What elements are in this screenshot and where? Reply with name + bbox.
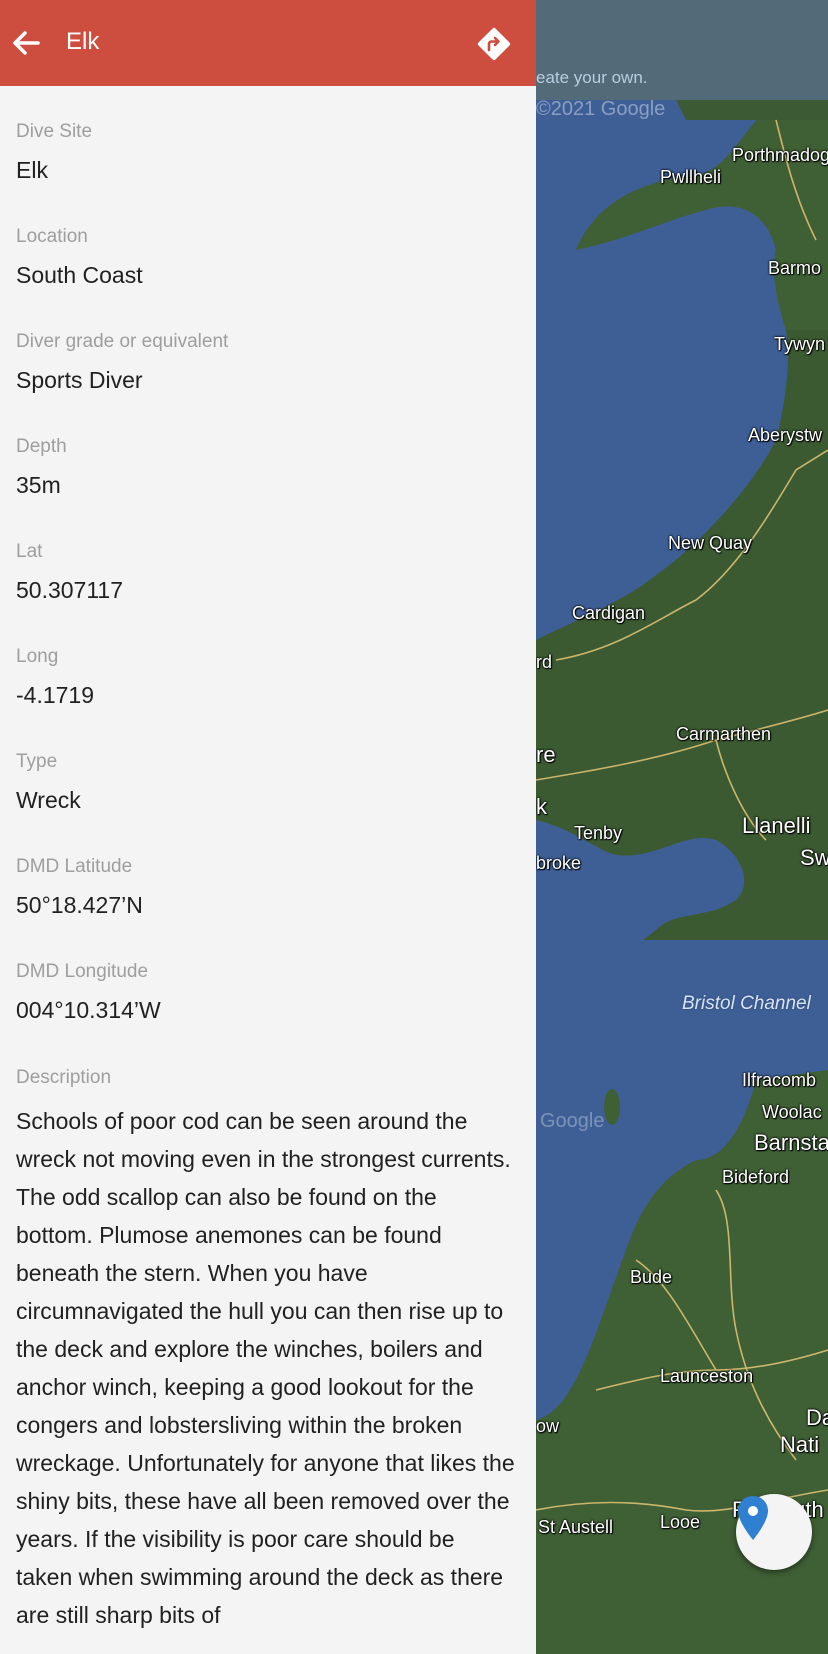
map-watermark: ©2021 Google [536,98,666,120]
app-bar: Elk [0,0,536,86]
field-description: Description Schools of poor cod can be s… [16,1066,516,1634]
field-dmd-latitude: DMD Latitude 50°18.427’N [16,855,516,960]
map-label-rd: rd [536,652,553,672]
map-label-re: re [536,742,556,767]
field-value: South Coast [16,262,143,288]
map-label-cardigan: Cardigan [572,603,646,623]
description-text: Schools of poor cod can be seen around t… [16,1108,515,1628]
field-list: Dive Site Elk Location South Coast Diver… [16,120,516,1065]
map-label-k: k [536,794,547,819]
field-label: Location [16,226,88,247]
map-label-ow: ow [536,1416,560,1436]
field-value: 50.307117 [16,577,124,603]
directions-button[interactable] [474,24,514,64]
map-label-st-austell: St Austell [538,1517,614,1537]
my-location-button[interactable] [736,1494,812,1570]
map-label-launceston: Launceston [660,1366,754,1386]
map-label-sw: Sw [800,845,828,870]
field-label: Description [16,1067,112,1088]
field-type: Type Wreck [16,750,516,855]
field-value: -4.1719 [16,682,95,708]
map-label-carmarthen: Carmarthen [676,724,772,744]
map-label-porthmadog: Porthmadog [732,145,828,165]
field-long: Long -4.1719 [16,645,516,750]
map-label-dartmoor-2: Nati [780,1432,820,1457]
arrow-left-icon [13,31,40,55]
map-label-bideford: Bideford [722,1167,790,1187]
field-label: DMD Latitude [16,856,133,877]
field-value: Wreck [16,787,81,813]
field-value: Elk [16,157,48,183]
map-label-looe: Looe [660,1512,701,1532]
map-label-pwllheli: Pwllheli [660,167,722,187]
field-depth: Depth 35m [16,435,516,540]
map-label-bristol-channel: Bristol Channel [682,993,811,1014]
field-label: Depth [16,436,67,457]
page-title: Elk [66,28,100,55]
field-label: Diver grade or equivalent [16,331,229,352]
field-diver-grade: Diver grade or equivalent Sports Diver [16,330,516,435]
map-label-woolacombe: Woolac [762,1102,822,1122]
map-pin-icon [738,1496,768,1540]
map-label-tenby: Tenby [574,823,623,843]
field-dive-site: Dive Site Elk [16,120,516,225]
map-label-dartmoor-1: Da [806,1405,828,1430]
map-label-tywyn: Tywyn [774,334,826,354]
field-location: Location South Coast [16,225,516,330]
field-label: Lat [16,541,43,562]
map-view[interactable]: eate your own. ©2021 Google Porthmadog P… [536,0,828,1654]
field-label: Type [16,751,58,772]
map-label-ilfracombe: Ilfracomb [742,1070,817,1090]
map-label-llanelli: Llanelli [742,813,811,838]
map-watermark-2: Google [540,1110,605,1132]
map-label-aberystwyth: Aberystw [748,425,823,445]
field-value: 004°10.314’W [16,997,161,1023]
map-label-barnstaple: Barnsta [754,1130,828,1155]
map-hint-text: eate your own. [536,68,648,87]
field-lat: Lat 50.307117 [16,540,516,645]
field-label: DMD Longitude [16,961,149,982]
map-label-new-quay: New Quay [668,533,753,553]
dive-site-detail-panel: Elk Dive Site Elk Location South Coast D… [0,0,536,1654]
field-label: Long [16,646,59,667]
field-value: Sports Diver [16,367,143,393]
map-top-bar: eate your own. [536,0,828,100]
field-label: Dive Site [16,121,93,142]
field-value: 35m [16,472,61,498]
directions-icon [477,27,511,61]
map-label-bude: Bude [630,1267,673,1287]
map-label-broke: broke [536,853,582,873]
field-value: 50°18.427’N [16,892,143,918]
map-label-barmouth: Barmo [768,258,822,278]
field-dmd-longitude: DMD Longitude 004°10.314’W [16,960,516,1065]
back-button[interactable] [8,25,44,61]
